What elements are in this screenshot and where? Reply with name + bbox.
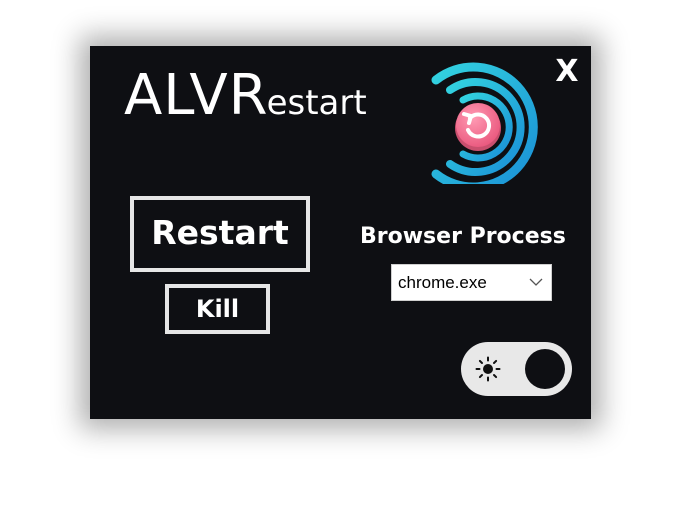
kill-button[interactable]: Kill (165, 284, 270, 334)
sun-icon (475, 356, 501, 382)
app-title: ALVRestart (124, 68, 367, 124)
toggle-knob[interactable] (525, 349, 565, 389)
restart-button[interactable]: Restart (130, 196, 310, 272)
app-title-main: ALVR (124, 63, 269, 128)
app-window: ALVRestart X Restart Kill Browser Proces… (90, 46, 591, 419)
chevron-down-icon (529, 278, 543, 286)
restart-logo-icon (431, 62, 538, 184)
theme-toggle[interactable] (461, 342, 572, 396)
browser-process-value: chrome.exe (398, 273, 487, 292)
browser-process-select[interactable]: chrome.exe (391, 264, 552, 301)
close-button[interactable]: X (552, 56, 582, 88)
app-title-suffix: estart (266, 83, 367, 123)
browser-process-label: Browser Process (360, 224, 566, 249)
